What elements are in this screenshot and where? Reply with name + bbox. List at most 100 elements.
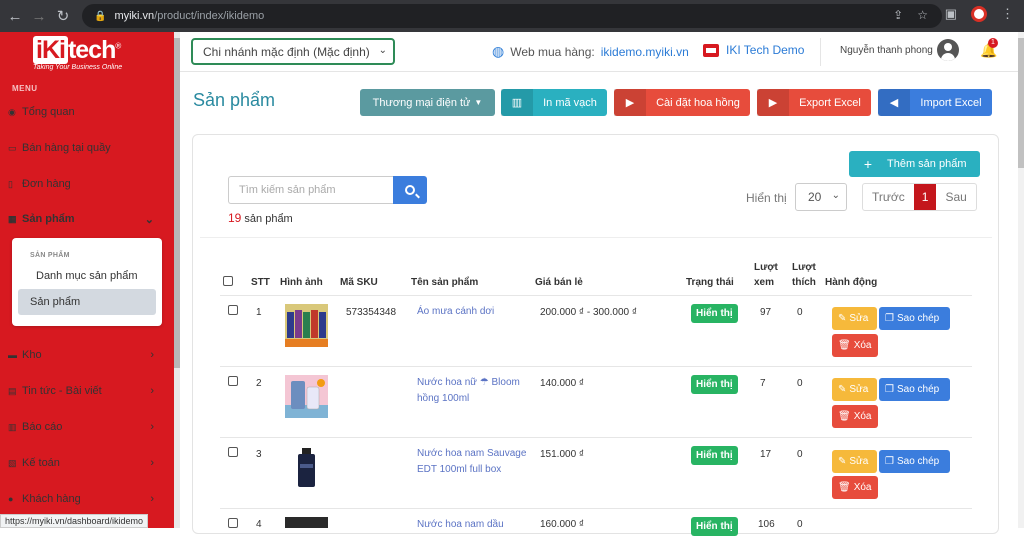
more-menu-icon[interactable]: ⋮ [1001,6,1014,22]
address-bar[interactable]: 🔒 myiki.vn/product/index/ikidemo ⇪ ☆ [82,4,942,28]
edit-icon: ✎ [838,456,847,467]
row-divider [220,508,972,509]
edit-icon: ✎ [838,384,847,395]
sidebar-item-customers[interactable]: ● Khách hàng › [8,493,168,505]
edit-button[interactable]: ✎ Sửa [832,307,877,330]
store-icon [703,43,719,57]
print-barcode-button[interactable]: ▥ In mã vạch [501,89,607,116]
bell-icon[interactable]: 🔔 1 [980,38,998,59]
row-price: 160.000 ₫ [540,519,585,530]
delete-button[interactable]: 🗑 Xóa [832,476,878,499]
sidebar-item-products[interactable]: ▦ Sản phẩm ⌄ [8,213,168,226]
row-views: 106 [758,519,775,530]
user-avatar[interactable] [937,39,959,61]
next-page-button[interactable]: Sau [936,184,975,210]
chevron-right-icon: › [150,349,154,361]
copy-button[interactable]: ❐ Sao chép [879,307,950,330]
branch-select[interactable]: Chi nhánh mặc định (Mặc định) ⌄ [191,38,395,65]
prev-page-button[interactable]: Trước [863,184,914,210]
bookmark-star-icon[interactable]: ☆ [917,8,928,22]
sidebar-item-pos[interactable]: ▭ Bán hàng tại quầy [8,142,168,154]
reload-icon[interactable]: ↻ [54,7,72,25]
delete-button[interactable]: 🗑 Xóa [832,405,878,428]
copy-button[interactable]: ❐ Sao chép [879,378,950,401]
col-views: Lượt xem [754,262,778,288]
row-likes: 0 [797,449,803,460]
sidebar-item-warehouse[interactable]: ▬ Kho › [8,349,168,361]
sidebar-scroll-thumb[interactable] [174,38,180,368]
sidebar-item-label: Kế toán [22,457,60,469]
row-product-name[interactable]: Áo mưa cánh dơi [417,304,527,320]
plus-icon: + [863,156,873,172]
submenu-item-products[interactable]: Sản phẩm [18,289,156,315]
edit-button[interactable]: ✎ Sửa [832,378,877,401]
sidebar-scrollbar[interactable] [174,32,180,528]
copy-button[interactable]: ❐ Sao chép [879,450,950,473]
export-excel-button[interactable]: ▶ Export Excel [757,89,871,116]
submenu-item-categories[interactable]: Danh mục sản phẩm [18,263,156,289]
row-checkbox[interactable] [228,518,238,528]
row-product-name[interactable]: Nước hoa nam dầu [417,517,527,533]
edit-label: Sửa [849,313,869,324]
search-button[interactable] [393,176,427,204]
add-product-button[interactable]: + Thêm sản phẩm [849,151,980,177]
warehouse-icon: ▬ [8,350,17,360]
import-excel-button[interactable]: ◀ Import Excel [878,89,992,116]
row-product-name[interactable]: Nước hoa nam Sauvage EDT 100ml full box [417,446,527,478]
branch-select-value: Chi nhánh mặc định (Mặc định) [203,45,370,59]
row-checkbox[interactable] [228,305,238,315]
row-sku: 573354348 [346,307,397,318]
select-all-checkbox[interactable] [223,276,233,286]
link-status-bar: https://myiki.vn/dashboard/ikidemo [0,514,149,528]
ecommerce-dropdown-button[interactable]: Thương mại điện tử ▼ [360,89,495,116]
sidebar-item-reports[interactable]: ▥ Báo cáo › [8,421,168,433]
store-link[interactable]: IKI Tech Demo [703,43,804,57]
sidebar-item-accounting[interactable]: ▧ Kế toán › [8,457,168,469]
product-count-label: sản phẩm [241,213,293,225]
profile-avatar[interactable] [971,6,987,22]
sidebar-item-label: Đơn hàng [22,178,71,190]
chevron-right-icon: › [150,385,154,397]
row-likes: 0 [797,519,803,530]
logo[interactable]: iKi tech® Taking Your Business Online [0,32,174,82]
page-scroll-thumb[interactable] [1018,38,1024,168]
row-stt: 4 [256,519,262,530]
chevron-right-icon: › [150,493,154,505]
product-thumbnail[interactable] [285,304,328,347]
search-input[interactable]: Tìm kiếm sản phẩm [228,176,393,204]
col-name: Tên sản phẩm [411,277,479,288]
product-thumbnail[interactable] [285,375,328,418]
sidebar-item-label: Sản phẩm [22,213,75,225]
share-icon[interactable]: ⇪ [893,8,903,22]
chevron-down-icon: ⌄ [831,190,840,201]
web-link[interactable]: ikidemo.myiki.vn [601,45,689,59]
sidebar-item-orders[interactable]: ▯ Đơn hàng [8,178,168,190]
export-icon: ▶ [757,89,789,116]
edit-button[interactable]: ✎ Sửa [832,450,877,473]
sidebar-item-news[interactable]: ▤ Tin tức - Bài viết › [8,385,168,397]
page-size-select[interactable]: 20 ⌄ [795,183,847,211]
forward-icon[interactable]: → [30,7,48,25]
user-name[interactable]: Nguyễn thanh phong [840,45,933,56]
product-count-number: 19 [228,211,242,225]
page-scrollbar[interactable] [1018,32,1024,528]
row-checkbox[interactable] [228,447,238,457]
submenu-header: SẢN PHẨM [30,252,70,259]
row-product-name[interactable]: Nước hoa nữ ☂ Bloom hồng 100ml [417,375,527,407]
sidepanel-icon[interactable]: ▣ [945,6,957,22]
status-badge: Hiển thị [691,446,738,465]
row-stt: 3 [256,449,262,460]
page-1-button[interactable]: 1 [913,184,937,210]
delete-button[interactable]: 🗑 Xóa [832,334,878,357]
chevron-down-icon: ⌄ [144,213,154,226]
copy-label: Sao chép [896,384,940,395]
product-thumbnail[interactable] [285,446,328,489]
sidebar-item-label: Báo cáo [22,421,63,433]
status-badge: Hiển thị [691,375,738,394]
back-icon[interactable]: ← [6,7,24,25]
commission-settings-button[interactable]: ▶ Cài đặt hoa hồng [614,89,750,116]
notification-count: 1 [988,38,998,48]
row-checkbox[interactable] [228,376,238,386]
product-thumbnail[interactable] [285,517,328,528]
sidebar-item-overview[interactable]: ◉ Tổng quan [8,106,168,118]
